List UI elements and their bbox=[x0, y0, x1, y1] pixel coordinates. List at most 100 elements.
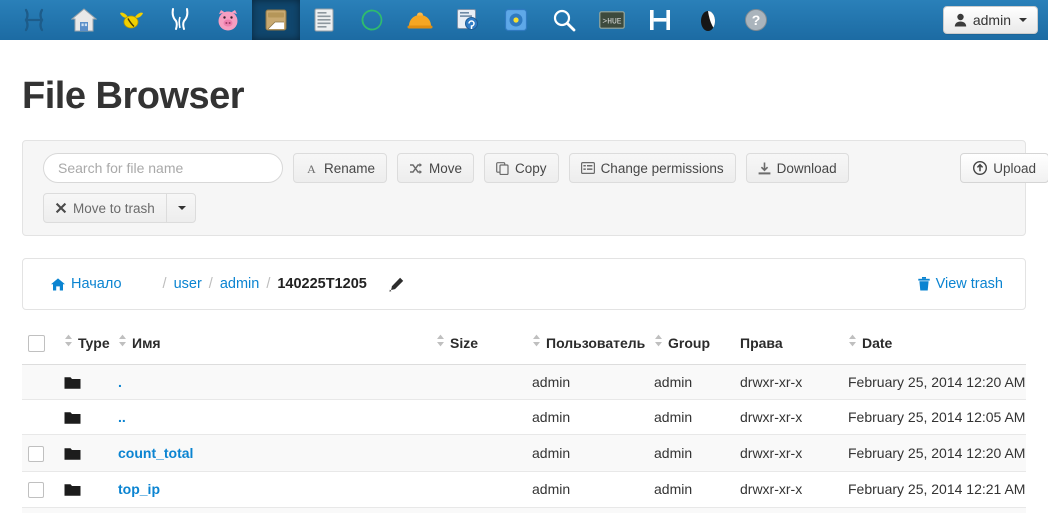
header-name[interactable]: Имя bbox=[118, 328, 436, 365]
row-permissions-cell: drwxr-xr-x bbox=[740, 364, 848, 401]
row-user-cell: admin bbox=[532, 434, 654, 472]
home-icon bbox=[51, 277, 65, 290]
file-name-link[interactable]: . bbox=[118, 374, 122, 390]
move-label: Move bbox=[429, 160, 463, 176]
row-permissions-cell: drwxr-xr-x bbox=[740, 399, 848, 436]
row-type-cell bbox=[64, 399, 118, 436]
sort-icon bbox=[118, 334, 127, 350]
header-user[interactable]: Пользователь bbox=[532, 328, 654, 365]
row-checkbox[interactable] bbox=[28, 445, 44, 462]
file-name-link[interactable]: top_ip bbox=[118, 481, 160, 497]
nav-hive-bee-icon[interactable] bbox=[108, 0, 156, 40]
file-actions-toolbar: A Rename Move Copy bbox=[22, 140, 1048, 236]
row-select-cell bbox=[22, 471, 64, 508]
navbar-right: admin bbox=[942, 6, 1038, 34]
nav-pig-icon[interactable] bbox=[204, 0, 252, 40]
edit-path-button[interactable] bbox=[389, 277, 404, 292]
move-to-trash-group: Move to trash bbox=[43, 193, 196, 223]
move-to-trash-dropdown-toggle[interactable] bbox=[165, 193, 196, 223]
pencil-icon bbox=[389, 277, 404, 292]
nav-hdfs-icon[interactable] bbox=[636, 0, 684, 40]
breadcrumb-home-link[interactable]: Начало bbox=[51, 276, 122, 292]
folder-icon bbox=[64, 412, 81, 425]
select-all-checkbox[interactable] bbox=[28, 334, 45, 352]
view-trash-label: View trash bbox=[935, 276, 1003, 292]
download-button[interactable]: Download bbox=[745, 153, 849, 183]
sort-icon bbox=[436, 334, 445, 350]
folder-icon bbox=[64, 448, 81, 460]
header-group[interactable]: Group bbox=[654, 328, 740, 365]
nav-oozie-icon[interactable] bbox=[348, 0, 396, 40]
table-row[interactable]: top_reqadminadmindrwxr-xr-xFebruary 25, … bbox=[22, 507, 1026, 513]
table-row[interactable]: .. admin admin drwxr-xr-x February 25, 2014 … bbox=[22, 399, 1026, 436]
row-date-cell: February 25, 2014 12:21 AM bbox=[848, 471, 1026, 508]
row-size-cell bbox=[436, 434, 532, 472]
user-avatar-icon bbox=[954, 13, 967, 27]
breadcrumb-home-label: Начало bbox=[71, 276, 122, 292]
view-trash-link[interactable]: View trash bbox=[917, 276, 1003, 292]
nav-job-browser-icon[interactable] bbox=[300, 0, 348, 40]
breadcrumb-separator: / bbox=[266, 276, 271, 292]
copy-button[interactable]: Copy bbox=[484, 153, 559, 183]
nav-file-browser-icon[interactable] bbox=[252, 0, 300, 40]
nav-hue-logo-icon[interactable] bbox=[8, 0, 60, 40]
nav-impala-icon[interactable] bbox=[156, 0, 204, 40]
upload-label: Upload bbox=[993, 160, 1036, 176]
nav-home-icon[interactable] bbox=[60, 0, 108, 40]
folder-icon bbox=[64, 484, 81, 497]
copy-label: Copy bbox=[515, 160, 547, 176]
upload-button[interactable]: Upload bbox=[960, 153, 1048, 183]
select-all-header bbox=[22, 328, 64, 365]
nav-hard-hat-icon[interactable] bbox=[396, 0, 444, 40]
move-button[interactable]: Move bbox=[397, 153, 475, 183]
user-menu-label: admin bbox=[972, 12, 1011, 28]
table-row[interactable]: top_ip admin admin drwxr-xr-x February 25, 2… bbox=[22, 471, 1026, 508]
row-type-cell bbox=[64, 471, 118, 508]
row-user-cell: admin bbox=[532, 399, 654, 436]
upload-circle-icon bbox=[973, 161, 988, 175]
row-type-cell bbox=[64, 507, 118, 513]
folder-icon bbox=[64, 377, 81, 389]
svg-text:A: A bbox=[307, 162, 316, 175]
toolbar-primary-row: A Rename Move Copy bbox=[43, 153, 1011, 183]
header-size[interactable]: Size bbox=[436, 328, 532, 365]
change-permissions-button[interactable]: Change permissions bbox=[568, 153, 736, 183]
header-type[interactable]: Type bbox=[64, 328, 118, 365]
row-checkbox[interactable] bbox=[28, 481, 44, 498]
page-title: File Browser bbox=[22, 75, 245, 117]
breadcrumb-item-user[interactable]: user bbox=[174, 276, 202, 292]
header-name-label: Имя bbox=[132, 335, 161, 352]
header-date[interactable]: Date bbox=[848, 328, 1026, 365]
app-icon-list: >HUE? bbox=[0, 0, 780, 40]
top-navbar: >HUE? admin bbox=[0, 0, 1048, 40]
nav-metastore-icon[interactable] bbox=[444, 0, 492, 40]
row-group-cell: admin bbox=[654, 434, 740, 472]
trash-icon bbox=[917, 277, 930, 291]
breadcrumb-item-admin[interactable]: admin bbox=[220, 276, 260, 292]
row-size-cell bbox=[436, 507, 532, 513]
nav-hbase-icon[interactable] bbox=[492, 0, 540, 40]
row-select-cell bbox=[22, 364, 64, 401]
user-menu-button[interactable]: admin bbox=[942, 6, 1038, 34]
header-type-label: Type bbox=[78, 335, 110, 352]
header-permissions: Права bbox=[740, 328, 848, 365]
header-date-label: Date bbox=[862, 335, 893, 352]
file-list-table: Type Имя Size Пользователь Group Права D… bbox=[22, 328, 1026, 513]
row-permissions-cell: drwxr-xr-x bbox=[740, 507, 848, 513]
search-input[interactable] bbox=[43, 153, 283, 183]
rename-button[interactable]: A Rename bbox=[293, 153, 388, 183]
nav-hue-shell-icon[interactable]: >HUE bbox=[588, 0, 636, 40]
file-name-link[interactable]: .. bbox=[118, 409, 126, 425]
nav-help-icon[interactable]: ? bbox=[732, 0, 780, 40]
move-to-trash-button[interactable]: Move to trash bbox=[43, 193, 167, 223]
breadcrumb-separator: / bbox=[208, 276, 213, 292]
nav-search-app-icon[interactable] bbox=[540, 0, 588, 40]
file-list-body: . admin admin drwxr-xr-x February 25, 2014 1… bbox=[22, 364, 1026, 513]
table-row[interactable]: count_total admin admin drwxr-xr-x February … bbox=[22, 434, 1026, 472]
file-name-link[interactable]: count_total bbox=[118, 445, 193, 461]
row-size-cell bbox=[436, 471, 532, 508]
nav-zookeeper-icon[interactable] bbox=[684, 0, 732, 40]
row-date-cell: February 25, 2014 12:05 AM bbox=[848, 399, 1026, 436]
chevron-down-icon bbox=[1019, 18, 1027, 22]
table-row[interactable]: . admin admin drwxr-xr-x February 25, 2014 1… bbox=[22, 364, 1026, 401]
